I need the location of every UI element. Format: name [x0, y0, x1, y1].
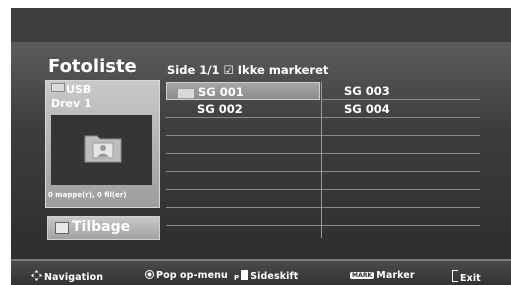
exit-icon [452, 270, 458, 282]
empty-row [166, 118, 480, 136]
page-icon: P [234, 274, 240, 282]
hint-mark: MARK Marker [350, 270, 415, 281]
list-item[interactable]: SG 001 [166, 82, 320, 100]
empty-row [166, 154, 480, 172]
usb-icon [51, 83, 65, 92]
empty-row [166, 208, 480, 226]
source-device: USB [51, 83, 91, 97]
folder-icon [177, 88, 195, 99]
hint-navigation: Navigation [31, 270, 103, 283]
file-grid: SG 001 SG 002 SG 003 SG 004 [166, 82, 480, 238]
navigation-icon [31, 270, 42, 281]
empty-row [166, 172, 480, 190]
source-device-label: USB [66, 83, 92, 96]
list-item[interactable]: SG 002 [166, 100, 321, 118]
top-bar [11, 8, 511, 42]
folder-preview [51, 115, 152, 185]
page-status: Side 1/1 ☑ Ikke markeret [167, 63, 329, 77]
page-title: Fotoliste [48, 56, 137, 77]
folder-back-icon [55, 222, 69, 234]
mark-key-icon: MARK [350, 272, 375, 279]
source-drive: Drev 1 [51, 97, 92, 110]
hint-exit: Exit [452, 270, 481, 284]
back-button[interactable]: Tilbage [47, 216, 160, 240]
column-divider [321, 82, 322, 238]
hint-page-change: P Sideskift [234, 270, 299, 282]
folder-icon [84, 135, 122, 163]
photo-list-screen: Fotoliste Side 1/1 ☑ Ikke markeret USB D… [0, 0, 511, 285]
back-button-label: Tilbage [72, 219, 131, 235]
hint-popup-menu: Pop op-menu [145, 270, 228, 281]
footer-bar: Navigation Pop op-menu P Sideskift MARK Ma… [11, 259, 511, 285]
page-key-icon [241, 270, 249, 280]
ok-icon [145, 270, 154, 279]
empty-row [166, 136, 480, 154]
item-counts: 0 mappe(r), 0 fil(er) [48, 191, 127, 199]
list-item[interactable]: SG 004 [322, 100, 480, 118]
list-item[interactable]: SG 003 [322, 82, 480, 100]
empty-row [166, 190, 480, 208]
source-panel: USB Drev 1 0 mappe(r), 0 fil(er) [45, 80, 160, 208]
